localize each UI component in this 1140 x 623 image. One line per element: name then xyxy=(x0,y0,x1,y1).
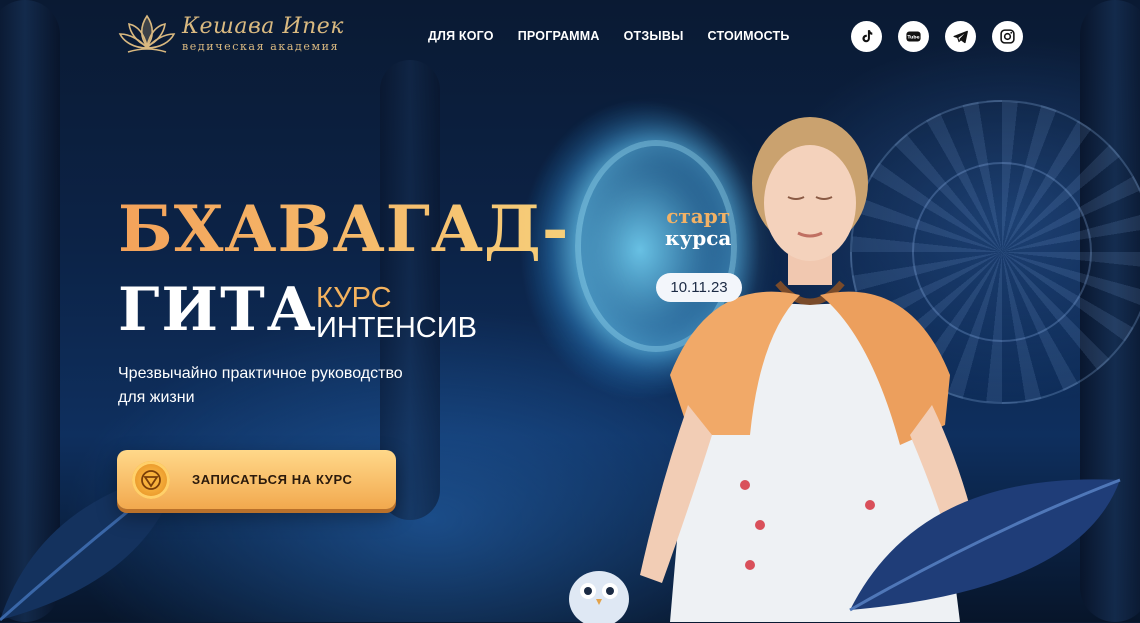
nav-item-price[interactable]: СТОИМОСТЬ xyxy=(708,29,790,43)
nav-item-program[interactable]: ПРОГРАММА xyxy=(518,29,600,43)
course-start-date: 10.11.23 xyxy=(656,273,742,302)
owl-illustration xyxy=(569,571,629,623)
hero-subtitle: Чрезвычайно практичное руководство для ж… xyxy=(118,365,403,406)
hero-intensiv-label: ИНТЕНСИВ xyxy=(316,312,477,344)
nav-item-reviews[interactable]: ОТЗЫВЫ xyxy=(624,29,684,43)
hero-kurs-label: КУРС xyxy=(316,282,392,314)
course-start-label: старт курса xyxy=(665,206,731,248)
chakra-icon xyxy=(132,460,170,499)
leaf-decoration-right xyxy=(849,478,1121,612)
main-nav: ДЛЯ КОГО ПРОГРАММА ОТЗЫВЫ СТОИМОСТЬ xyxy=(428,29,790,43)
start-label-line1: старт xyxy=(666,204,731,228)
hero-title-line2: ГИТА xyxy=(118,275,318,345)
logo[interactable]: Кешава Ипек ведическая академия xyxy=(118,12,344,56)
logo-subtitle: ведическая академия xyxy=(182,40,340,53)
social-tiktok[interactable] xyxy=(851,21,882,52)
enroll-button-label: ЗАПИСАТЬСЯ НА КУРС xyxy=(192,472,353,487)
social-telegram[interactable] xyxy=(945,21,976,52)
tiktok-icon xyxy=(862,30,873,43)
instagram-icon xyxy=(1000,29,1015,44)
enroll-button[interactable]: ЗАПИСАТЬСЯ НА КУРС xyxy=(117,450,396,509)
logo-title: Кешава Ипек xyxy=(182,14,344,39)
youtube-icon: Tube xyxy=(906,31,921,42)
nav-item-for-whom[interactable]: ДЛЯ КОГО xyxy=(428,29,494,43)
social-links: Tube xyxy=(851,21,1023,52)
logo-text: Кешава Ипек ведическая академия xyxy=(182,14,344,53)
lotus-icon xyxy=(118,14,176,53)
social-instagram[interactable] xyxy=(992,21,1023,52)
start-label-line2: курса xyxy=(665,226,732,250)
hero-title-line1: БХАВАГАД- xyxy=(118,192,570,267)
telegram-icon xyxy=(953,30,968,44)
social-youtube[interactable]: Tube xyxy=(898,21,929,52)
svg-text:Tube: Tube xyxy=(907,35,919,41)
